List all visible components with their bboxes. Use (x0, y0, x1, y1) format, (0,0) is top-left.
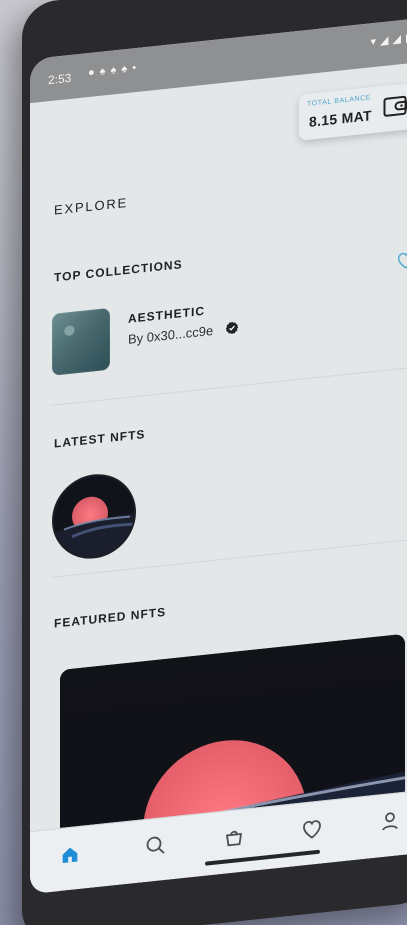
page-title: EXPLORE (54, 194, 129, 218)
app-screen: 2:53 ● ♠ ♠ ♠ • ▾ ◢ ◢ ▮ TOTAL BALANCE 8.1… (30, 17, 407, 895)
system-icons: ▾ ◢ ◢ ▮ (370, 31, 407, 48)
bag-icon (225, 830, 243, 847)
snapchat-icon: ♠ (110, 64, 117, 77)
balance-value: 8.15 MAT (309, 107, 372, 130)
balance-label: TOTAL BALANCE (307, 94, 372, 109)
signal-icon: ◢ (380, 34, 389, 48)
profile-icon (382, 812, 398, 831)
chat-icon: ● (88, 66, 95, 80)
nav-favorites[interactable] (298, 814, 326, 845)
featured-nfts-title: FEATURED NFTS (54, 604, 167, 631)
search-icon (146, 836, 165, 854)
signal-icon: ◢ (392, 33, 401, 47)
latest-nft-item[interactable] (52, 470, 136, 563)
nav-search[interactable] (142, 830, 170, 861)
wifi-icon: ▾ (370, 35, 376, 49)
latest-nft-image (54, 472, 135, 561)
phone-device: 2:53 ● ♠ ♠ ♠ • ▾ ◢ ◢ ▮ TOTAL BALANCE 8.1… (22, 0, 407, 925)
verified-icon (225, 321, 239, 335)
heart-icon[interactable] (395, 248, 407, 270)
snapchat-icon: ♠ (121, 62, 128, 76)
home-icon (62, 847, 78, 864)
nav-profile[interactable] (376, 806, 404, 837)
collection-owner: By 0x30...cc9e (128, 322, 214, 347)
collection-thumbnail[interactable] (52, 307, 110, 376)
heart-icon (303, 820, 321, 839)
section-divider (50, 367, 407, 407)
latest-nfts-title: LATEST NFTS (54, 427, 146, 451)
top-collections-title: TOP COLLECTIONS (54, 257, 183, 285)
status-time: 2:53 (48, 70, 72, 88)
balance-card[interactable]: TOTAL BALANCE 8.15 MAT (299, 82, 407, 141)
collection-name[interactable]: AESTHETIC (128, 304, 205, 326)
dot-icon: • (132, 62, 137, 75)
wallet-icon (383, 95, 407, 117)
nav-home[interactable] (56, 839, 84, 870)
snapchat-icon: ♠ (99, 65, 106, 78)
nav-bag[interactable] (220, 822, 248, 853)
notification-icons: ● ♠ ♠ ♠ • (88, 62, 136, 79)
